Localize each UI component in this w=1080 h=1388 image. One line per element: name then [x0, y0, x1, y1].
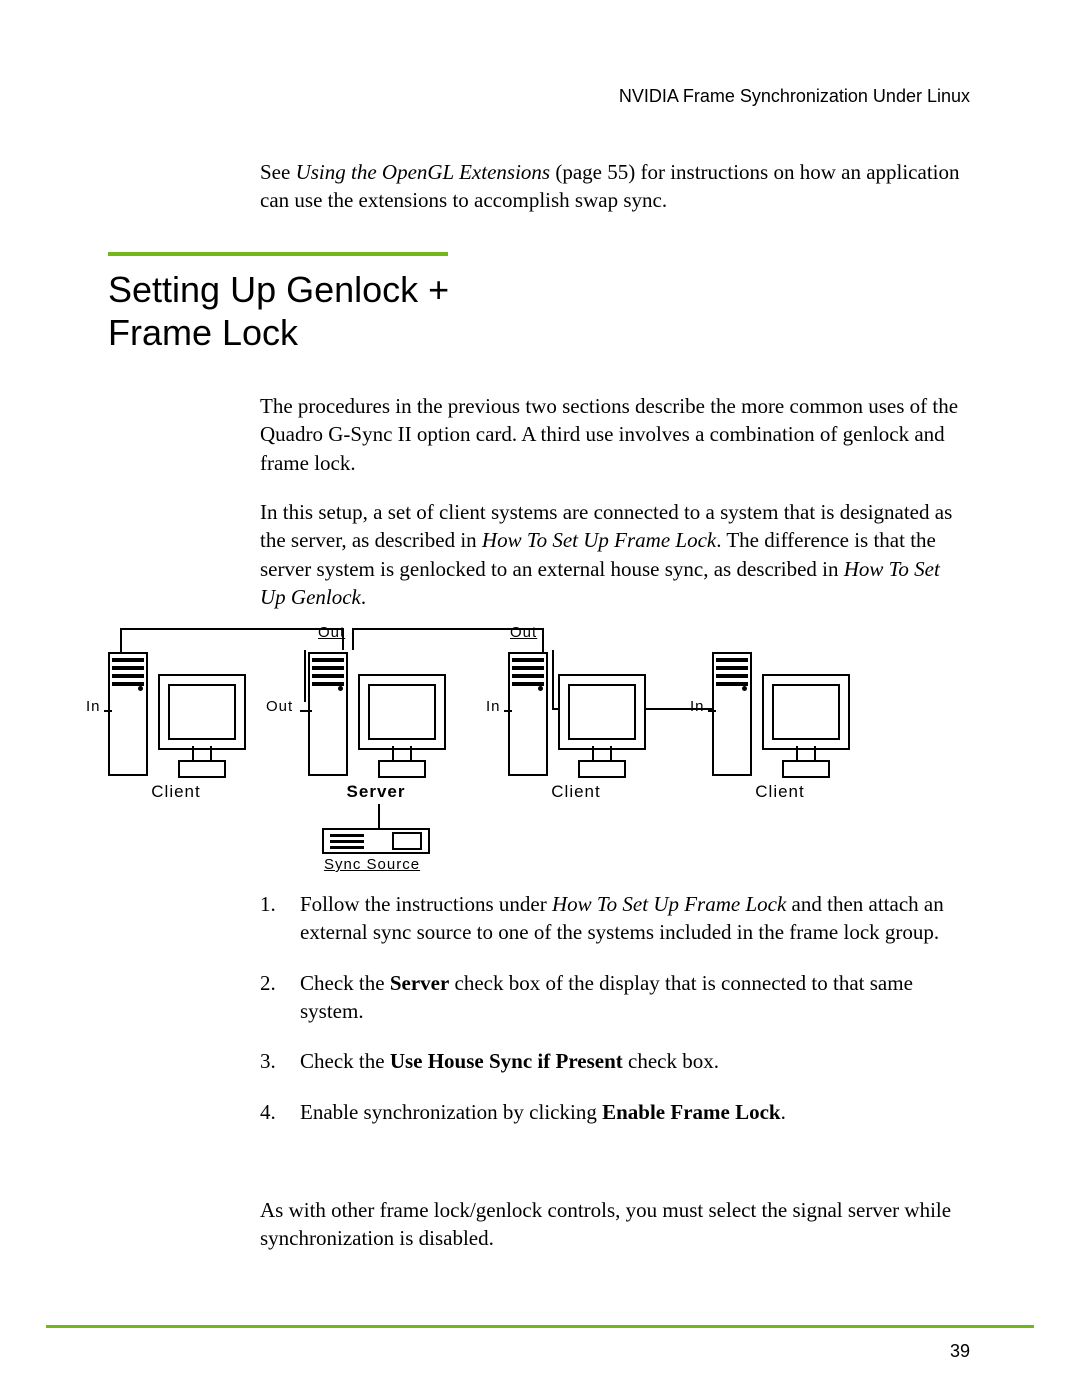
reference-title: Using the OpenGL Extensions	[296, 160, 551, 184]
list-item: 2. Check the Server check box of the dis…	[260, 969, 970, 1026]
wire	[352, 628, 354, 650]
monitor-base	[378, 760, 426, 778]
monitor-icon	[762, 674, 850, 750]
monitor-stand	[192, 746, 212, 760]
node-label-client: Client	[710, 782, 850, 802]
wire	[342, 628, 344, 650]
running-head: NVIDIA Frame Synchronization Under Linux	[619, 86, 970, 107]
monitor-stand	[592, 746, 612, 760]
node-label-client: Client	[106, 782, 246, 802]
list-item: 3. Check the Use House Sync if Present c…	[260, 1047, 970, 1075]
text: Follow the instructions under	[300, 892, 552, 916]
monitor-icon	[358, 674, 446, 750]
port-label-in: In	[86, 698, 101, 715]
wire	[352, 628, 542, 630]
list-number: 2.	[260, 969, 278, 1026]
title-line-1: Setting Up Genlock +	[108, 269, 449, 310]
wire	[552, 650, 554, 700]
ref-frame-lock: How To Set Up Frame Lock	[552, 892, 786, 916]
topology-diagram: Out Out Client In	[108, 628, 880, 882]
body-paragraph-2: In this setup, a set of client systems a…	[260, 498, 970, 611]
wire	[304, 650, 306, 702]
body-paragraph-1: The procedures in the previous two secti…	[260, 392, 970, 477]
ui-term-enable-frame-lock: Enable Frame Lock	[602, 1100, 781, 1124]
page-number: 39	[950, 1341, 970, 1362]
text: check box.	[623, 1049, 719, 1073]
wire	[120, 628, 342, 630]
list-text: Enable synchronization by clicking Enabl…	[300, 1098, 970, 1126]
text: Check the	[300, 971, 390, 995]
tower-icon	[308, 652, 348, 776]
node-label-server: Server	[306, 782, 446, 802]
wire	[378, 804, 380, 828]
monitor-icon	[158, 674, 246, 750]
text: .	[361, 585, 366, 609]
sync-source-icon	[322, 828, 430, 854]
node-label-client: Client	[506, 782, 646, 802]
page: NVIDIA Frame Synchronization Under Linux…	[0, 0, 1080, 1388]
list-number: 3.	[260, 1047, 278, 1075]
text: Enable synchronization by clicking	[300, 1100, 602, 1124]
sync-source-label: Sync Source	[324, 856, 420, 873]
monitor-base	[178, 760, 226, 778]
monitor-stand	[392, 746, 412, 760]
wire	[300, 710, 312, 712]
ui-term-house-sync: Use House Sync if Present	[390, 1049, 623, 1073]
text: Check the	[300, 1049, 390, 1073]
list-item: 1. Follow the instructions under How To …	[260, 890, 970, 947]
section-title: Setting Up Genlock + Frame Lock	[108, 268, 449, 354]
title-line-2: Frame Lock	[108, 312, 298, 353]
port-label-out: Out	[510, 624, 537, 641]
list-text: Check the Use House Sync if Present chec…	[300, 1047, 970, 1075]
list-number: 1.	[260, 890, 278, 947]
wire	[708, 710, 716, 712]
monitor-base	[578, 760, 626, 778]
tower-icon	[108, 652, 148, 776]
monitor-icon	[558, 674, 646, 750]
closing-paragraph: As with other frame lock/genlock control…	[260, 1196, 970, 1253]
footer-divider	[46, 1325, 1034, 1328]
steps-list: 1. Follow the instructions under How To …	[260, 890, 970, 1148]
list-text: Follow the instructions under How To Set…	[300, 890, 970, 947]
ref-frame-lock: How To Set Up Frame Lock	[482, 528, 716, 552]
text: See	[260, 160, 296, 184]
intro-paragraph: See Using the OpenGL Extensions (page 55…	[260, 158, 970, 215]
list-number: 4.	[260, 1098, 278, 1126]
ui-term-server: Server	[390, 971, 449, 995]
text: .	[781, 1100, 786, 1124]
wire	[104, 710, 112, 712]
section-divider	[108, 252, 448, 256]
port-label-in: In	[690, 698, 705, 715]
monitor-stand	[796, 746, 816, 760]
wire	[504, 710, 512, 712]
monitor-base	[782, 760, 830, 778]
tower-icon	[508, 652, 548, 776]
tower-icon	[712, 652, 752, 776]
port-label-in: In	[486, 698, 501, 715]
port-label-out: Out	[266, 698, 293, 715]
list-text: Check the Server check box of the displa…	[300, 969, 970, 1026]
list-item: 4. Enable synchronization by clicking En…	[260, 1098, 970, 1126]
